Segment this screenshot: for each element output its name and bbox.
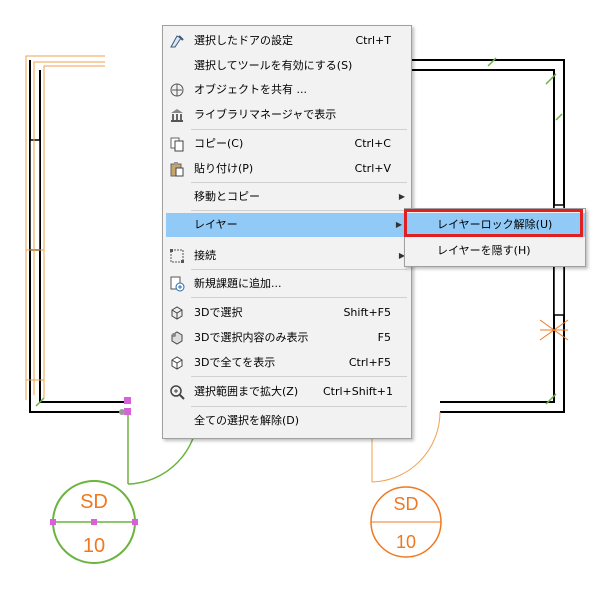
copy-icon [170,137,184,152]
menu-item-door-settings[interactable]: 選択したドアの設定 Ctrl+T [163,29,411,53]
menu-label: 移動とコピー [194,190,260,203]
door-tag-left-bottom: 10 [83,535,105,557]
menu-label: 接続 [194,249,216,262]
menu-label: レイヤーを隠す(H) [437,244,531,257]
menu-label: レイヤー [194,218,238,231]
door-tag-right-bottom: 10 [396,532,416,552]
menu-label: 選択してツールを有効にする(S) [194,59,353,72]
zoom-selection-icon [170,385,185,400]
menu-label: コピー(C) [194,137,244,150]
context-menu: 選択したドアの設定 Ctrl+T 選択してツールを有効にする(S) オブジェクト… [162,25,412,439]
door-tag-left[interactable]: SD 10 [50,480,138,564]
menu-item-zoom-selection[interactable]: 選択範囲まで拡大(Z) Ctrl+Shift+1 [163,380,411,404]
door-tag-right[interactable]: SD 10 [370,486,442,558]
menu-shortcut: Ctrl+F5 [348,356,391,369]
door-tag-right-top: SD [393,494,418,514]
door-selection-handles[interactable] [119,397,131,415]
menu-label: 選択範囲まで拡大(Z) [194,385,299,398]
share-object-icon [170,83,184,97]
menu-shortcut: Ctrl+C [354,137,391,150]
library-icon [171,109,183,122]
menu-label: 貼り付け(P) [194,162,254,175]
highlight-frame [404,209,583,237]
3d-select-icon [171,306,183,320]
menu-item-copy[interactable]: コピー(C) Ctrl+C [163,132,411,156]
menu-label: 選択したドアの設定 [194,34,293,47]
submenu-arrow-icon: ▶ [395,220,402,229]
menu-separator [191,269,407,270]
menu-shortcut: F5 [377,331,391,344]
menu-label: 全ての選択を解除(D) [194,414,300,427]
door-settings-icon [170,35,184,48]
menu-shortcut: Ctrl+V [354,162,391,175]
paste-icon [170,162,184,177]
menu-item-library-manager[interactable]: ライブラリマネージャで表示 [163,103,411,127]
menu-item-3d-select[interactable]: 3Dで選択 Shift+F5 [163,301,411,325]
menu-item-activate-tool[interactable]: 選択してツールを有効にする(S) [163,54,411,78]
menu-item-new-issue[interactable]: 新規課題に追加... [163,272,411,296]
menu-item-move-copy[interactable]: 移動とコピー ▶ [163,185,411,209]
door-tag-left-top: SD [80,491,108,513]
submenu-item-hide-layer[interactable]: レイヤーを隠す(H) [405,239,585,263]
3d-show-all-icon [171,356,183,370]
menu-label: オブジェクトを共有 ... [194,83,307,96]
menu-item-connect[interactable]: 接続 ▶ [163,244,411,268]
3d-show-selection-icon [171,331,183,345]
menu-item-share-object[interactable]: オブジェクトを共有 ... [163,78,411,102]
menu-item-layer[interactable]: レイヤー ▶ [166,213,408,237]
submenu-arrow-icon: ▶ [398,192,405,201]
new-issue-icon [170,276,185,292]
connect-icon [170,249,184,263]
menu-separator [191,297,407,298]
menu-separator [191,129,407,130]
menu-label: 3Dで選択内容のみ表示 [194,331,309,344]
menu-shortcut: Ctrl+Shift+1 [322,385,393,398]
menu-label: 新規課題に追加... [194,277,282,290]
menu-separator [191,210,407,211]
menu-label: 3Dで全てを表示 [194,356,276,369]
menu-separator [191,376,407,377]
menu-shortcut: Shift+F5 [343,306,391,319]
menu-separator [191,182,407,183]
menu-item-3d-show-selection[interactable]: 3Dで選択内容のみ表示 F5 [163,326,411,350]
menu-item-3d-show-all[interactable]: 3Dで全てを表示 Ctrl+F5 [163,351,411,375]
menu-item-paste[interactable]: 貼り付け(P) Ctrl+V [163,157,411,181]
menu-label: ライブラリマネージャで表示 [194,108,337,121]
menu-shortcut: Ctrl+T [355,34,391,47]
menu-label: 3Dで選択 [194,306,243,319]
menu-item-deselect-all[interactable]: 全ての選択を解除(D) [163,409,411,433]
menu-separator [191,406,407,407]
